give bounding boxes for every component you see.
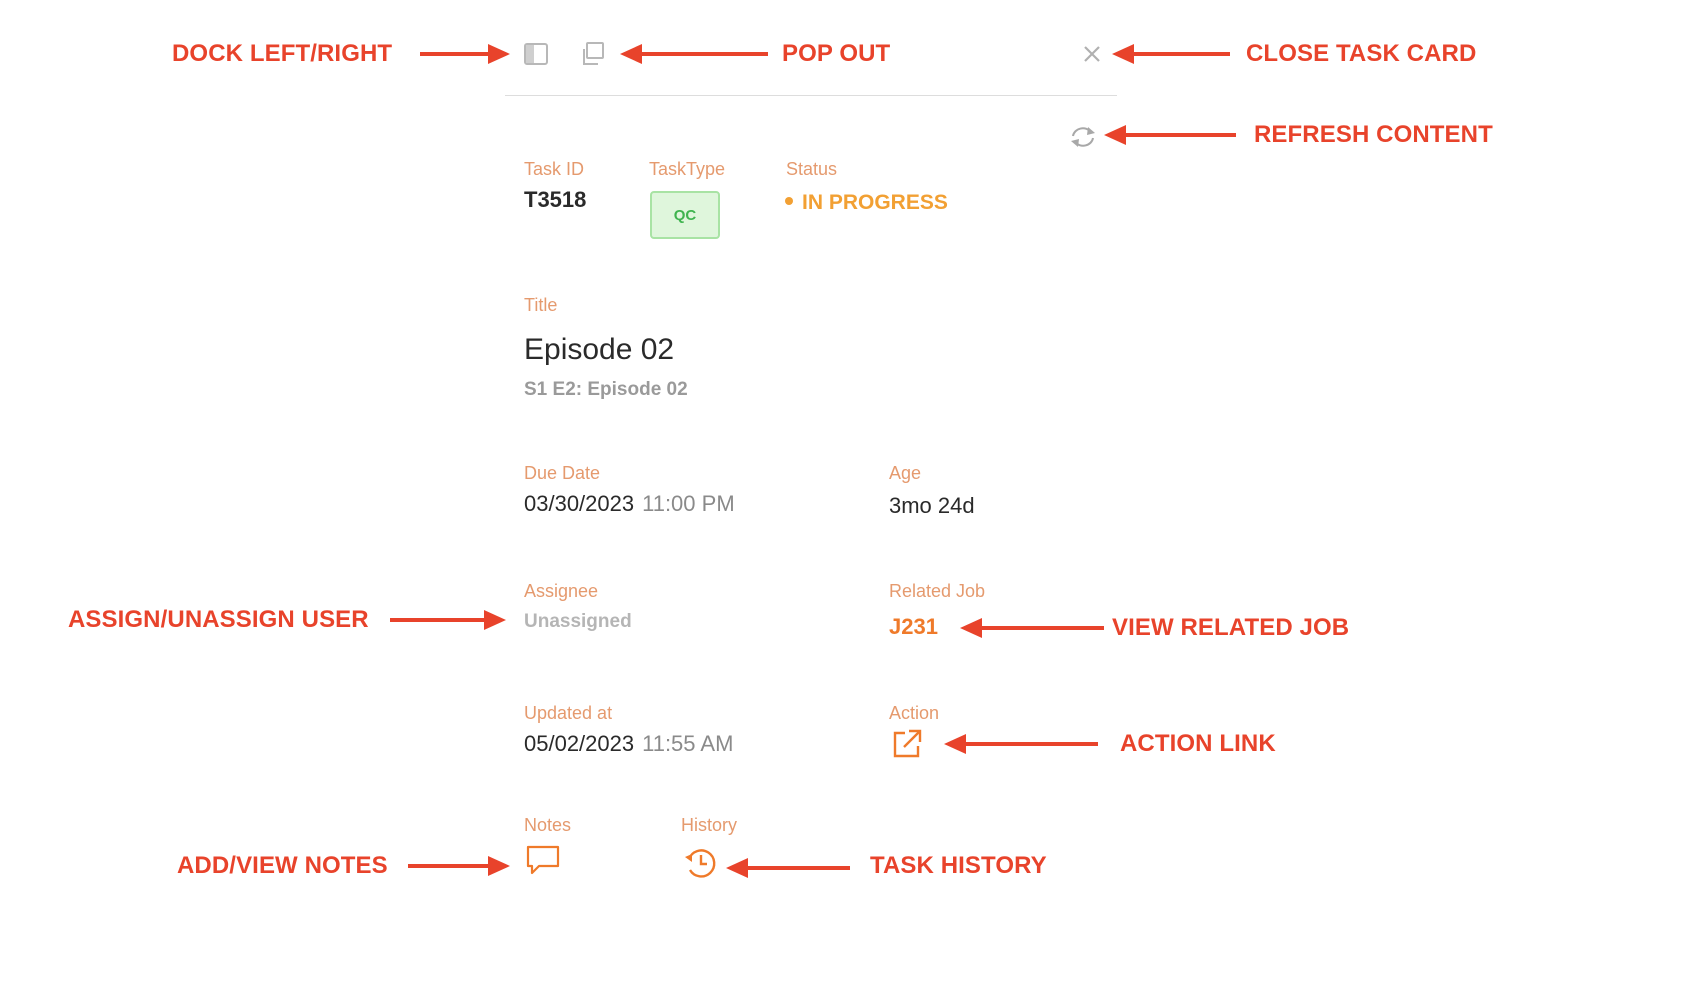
arrow-related-job xyxy=(960,618,1104,638)
updated-at-label: Updated at xyxy=(524,703,613,723)
arrow-dock xyxy=(420,44,510,64)
related-job-link[interactable]: J231 xyxy=(889,614,938,640)
task-type-label: TaskType xyxy=(649,159,726,179)
age-label: Age xyxy=(889,463,922,483)
task-type-badge: QC xyxy=(650,191,720,239)
arrow-close xyxy=(1112,44,1230,64)
annotation-dock: DOCK LEFT/RIGHT xyxy=(172,40,393,67)
toolbar-divider xyxy=(505,95,1117,96)
status-dot-icon xyxy=(785,197,793,206)
annotation-action: ACTION LINK xyxy=(1120,730,1276,757)
due-date-text: 03/30/2023 xyxy=(524,491,635,516)
status-label: Status xyxy=(786,159,838,179)
notes-label: Notes xyxy=(524,815,572,835)
dock-panel-icon[interactable] xyxy=(520,38,552,70)
arrow-popout xyxy=(620,44,768,64)
related-job-label: Related Job xyxy=(889,581,986,601)
status-value: IN PROGRESS xyxy=(785,190,948,216)
action-label: Action xyxy=(889,703,940,723)
age-value: 3mo 24d xyxy=(889,493,975,518)
due-date-value: 03/30/2023 11:00 PM xyxy=(524,491,735,517)
task-title: Episode 02 xyxy=(524,333,675,366)
annotation-related-job: VIEW RELATED JOB xyxy=(1112,614,1350,641)
annotation-assign: ASSIGN/UNASSIGN USER xyxy=(68,606,369,633)
assignee-label: Assignee xyxy=(524,581,599,601)
task-id-value: T3518 xyxy=(524,187,587,212)
updated-at-value: 05/02/2023 11:55 AM xyxy=(524,731,733,757)
close-icon[interactable] xyxy=(1078,40,1106,68)
arrow-action xyxy=(944,734,1098,754)
arrow-assign xyxy=(390,610,506,630)
updated-date-text: 05/02/2023 xyxy=(524,731,635,756)
task-subtitle: S1 E2: Episode 02 xyxy=(524,379,688,400)
external-link-icon[interactable] xyxy=(889,726,925,762)
due-time-text: 11:00 PM xyxy=(642,491,735,516)
annotation-close: CLOSE TASK CARD xyxy=(1246,40,1477,67)
arrow-history xyxy=(726,858,850,878)
assignee-value[interactable]: Unassigned xyxy=(524,610,632,634)
history-label: History xyxy=(681,815,738,835)
pop-out-icon[interactable] xyxy=(576,38,608,70)
updated-time-text: 11:55 AM xyxy=(642,731,734,756)
arrow-refresh xyxy=(1104,125,1236,145)
due-date-label: Due Date xyxy=(524,463,601,483)
status-text: IN PROGRESS xyxy=(802,191,948,214)
task-id-label: Task ID xyxy=(524,159,585,179)
annotation-history: TASK HISTORY xyxy=(870,852,1047,879)
history-clock-icon[interactable] xyxy=(682,844,720,882)
annotation-popout: POP OUT xyxy=(782,40,891,67)
title-label: Title xyxy=(524,295,558,315)
annotation-refresh: REFRESH CONTENT xyxy=(1254,121,1493,148)
annotation-notes: ADD/VIEW NOTES xyxy=(177,852,388,879)
refresh-icon[interactable] xyxy=(1066,122,1100,152)
notes-chat-icon[interactable] xyxy=(524,842,562,878)
arrow-notes xyxy=(408,856,510,876)
